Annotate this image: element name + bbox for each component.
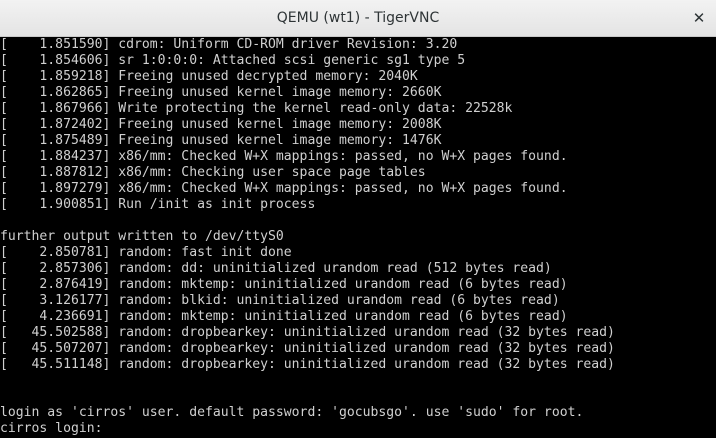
console-line: [ 45.507207] random: dropbearkey: uninit… xyxy=(0,341,615,356)
console-line: [ 4.236691] random: mktemp: uninitialize… xyxy=(0,309,568,324)
console-line: [ 1.859218] Freeing unused decrypted mem… xyxy=(0,69,418,84)
console-line: [ 1.900851] Run /init as init process xyxy=(0,197,316,212)
console-line: [ 1.897279] x86/mm: Checked W+X mappings… xyxy=(0,181,568,196)
console-line: further output written to /dev/ttyS0 xyxy=(0,229,284,244)
login-prompt[interactable]: cirros login: xyxy=(0,421,110,437)
console-line: [ 1.851590] cdrom: Uniform CD-ROM driver… xyxy=(0,37,458,52)
vnc-window: QEMU (wt1) - TigerVNC ✕ [ 1.851590] cdro… xyxy=(0,0,716,438)
console-line: [ 1.854606] sr 1:0:0:0: Attached scsi ge… xyxy=(0,53,466,68)
console-line: [ 1.872402] Freeing unused kernel image … xyxy=(0,117,442,132)
window-title: QEMU (wt1) - TigerVNC xyxy=(276,10,440,26)
console-line: [ 1.867966] Write protecting the kernel … xyxy=(0,101,513,116)
console-line: [ 2.850781] random: fast init done xyxy=(0,245,292,260)
close-button[interactable]: ✕ xyxy=(688,7,710,29)
console-line: [ 1.887812] x86/mm: Checking user space … xyxy=(0,165,426,180)
console-line: [ 1.884237] x86/mm: Checked W+X mappings… xyxy=(0,149,568,164)
console-line: [ 45.502588] random: dropbearkey: uninit… xyxy=(0,325,615,340)
console-line: [ 3.126177] random: blkid: uninitialized… xyxy=(0,293,560,308)
console-line: [ 1.862865] Freeing unused kernel image … xyxy=(0,85,442,100)
console-line: [ 45.511148] random: dropbearkey: uninit… xyxy=(0,357,615,372)
title-bar[interactable]: QEMU (wt1) - TigerVNC ✕ xyxy=(0,0,716,37)
vnc-console-screen[interactable]: [ 1.851590] cdrom: Uniform CD-ROM driver… xyxy=(0,37,716,438)
console-line: login as 'cirros' user. default password… xyxy=(0,405,584,420)
console-line: [ 2.857306] random: dd: uninitialized ur… xyxy=(0,261,552,276)
console-line: [ 1.875489] Freeing unused kernel image … xyxy=(0,133,442,148)
console-line: [ 2.876419] random: mktemp: uninitialize… xyxy=(0,277,568,292)
